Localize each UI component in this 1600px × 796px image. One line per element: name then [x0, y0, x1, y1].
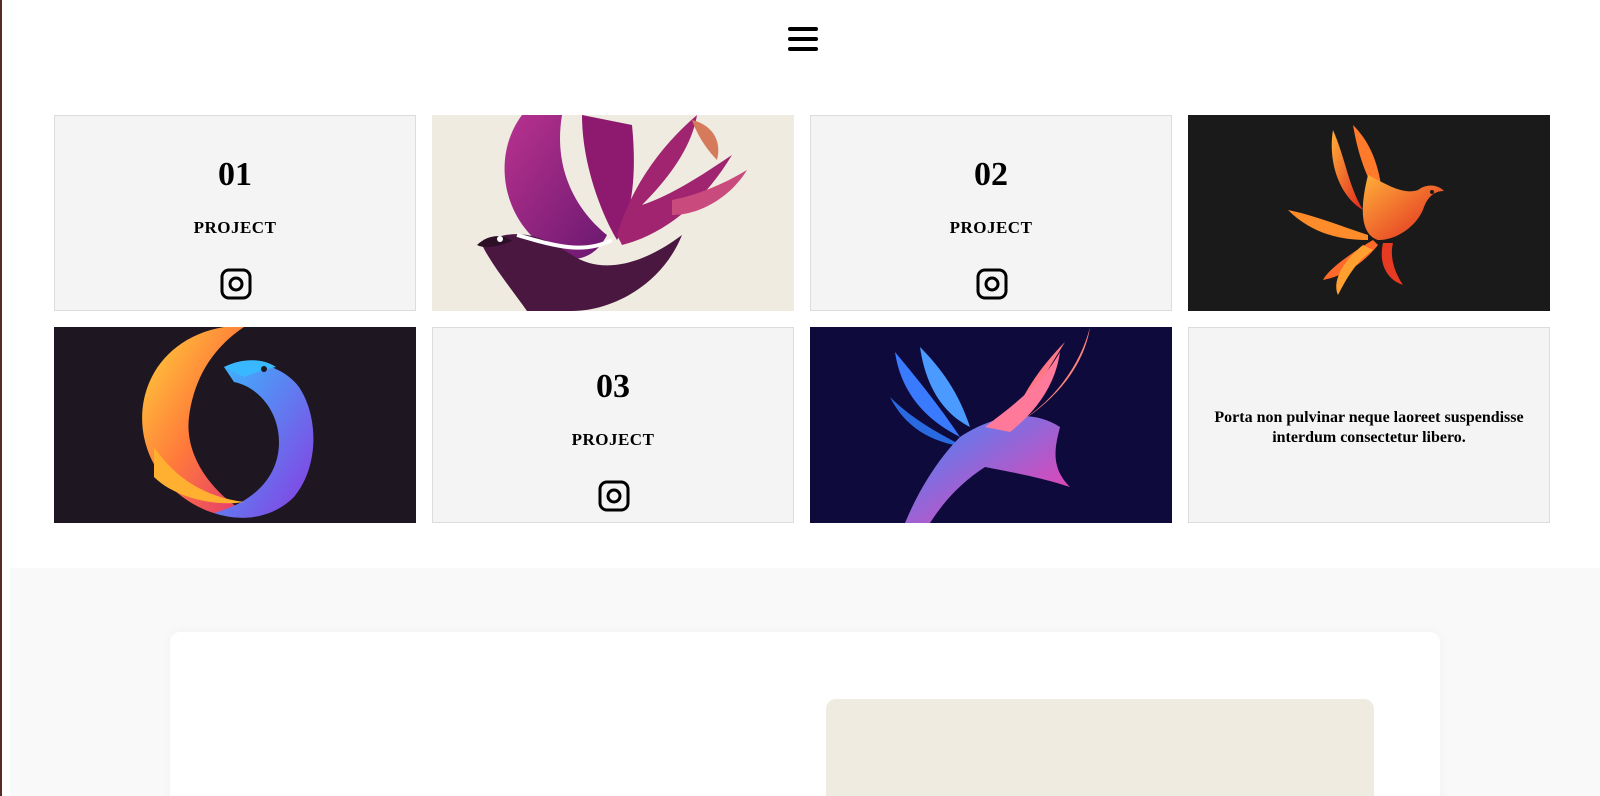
blue-pink-bird-logo-image[interactable] — [810, 327, 1172, 523]
instagram-icon[interactable] — [220, 268, 252, 300]
project-label: PROJECT — [949, 218, 1033, 237]
purple-bird-logo-image[interactable] — [432, 115, 794, 311]
hamburger-menu-icon[interactable] — [788, 27, 818, 51]
blue-pink-bird-logo — [890, 327, 1090, 523]
top-bar — [0, 0, 1600, 80]
purple-bird-logo — [477, 115, 747, 311]
project-number: 02 — [974, 156, 1008, 193]
phoenix-logo — [1288, 125, 1444, 295]
text-card: Porta non pulvinar neque laoreet suspend… — [1188, 327, 1550, 523]
phoenix-logo-image[interactable] — [1188, 115, 1550, 311]
project-number: 01 — [218, 156, 252, 193]
project-card-01[interactable]: 01 PROJECT — [54, 115, 416, 311]
project-label: PROJECT — [193, 218, 277, 237]
project-label: PROJECT — [571, 430, 655, 449]
instagram-icon[interactable] — [598, 480, 630, 512]
project-card-03[interactable]: 03 PROJECT — [432, 327, 794, 523]
project-number: 03 — [596, 368, 630, 405]
rainbow-bird-logo — [142, 327, 314, 518]
left-edge-divider — [0, 0, 2, 796]
panel-image-placeholder — [826, 699, 1374, 796]
card-quote-text: Porta non pulvinar neque laoreet suspend… — [1214, 409, 1524, 446]
instagram-icon[interactable] — [976, 268, 1008, 300]
project-card-02[interactable]: 02 PROJECT — [810, 115, 1172, 311]
rainbow-bird-logo-image[interactable] — [54, 327, 416, 523]
